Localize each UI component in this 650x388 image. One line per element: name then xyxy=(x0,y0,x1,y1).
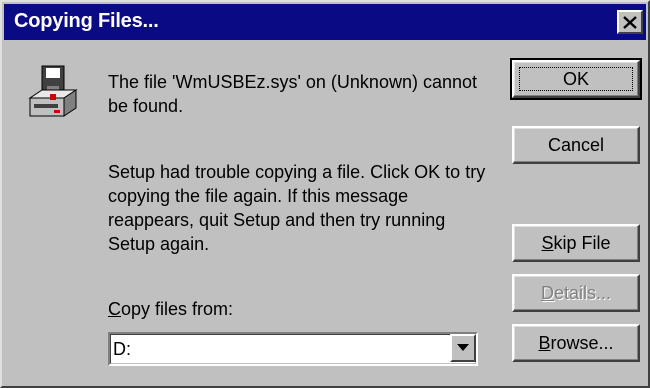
copy-files-from-combobox[interactable]: D: xyxy=(108,332,478,366)
details-label: Details... xyxy=(541,283,611,304)
ok-button[interactable]: OK xyxy=(510,58,642,100)
details-button: Details... xyxy=(512,274,640,312)
combobox-value[interactable]: D: xyxy=(113,339,131,360)
skip-file-label: Skip File xyxy=(541,233,610,254)
details-mnemonic: D xyxy=(540,282,554,303)
copying-files-dialog: Copying Files... The file 'WmUSBEz.sys' … xyxy=(0,0,650,388)
details-rest: etails... xyxy=(553,282,612,303)
dropdown-button[interactable] xyxy=(450,334,476,362)
chevron-down-icon xyxy=(457,344,469,351)
instruction-message: Setup had trouble copying a file. Click … xyxy=(108,162,486,254)
browse-label: Browse... xyxy=(538,333,613,354)
label-rest: opy files from: xyxy=(121,299,234,319)
title-bar[interactable]: Copying Files... xyxy=(4,4,646,40)
cancel-button[interactable]: Cancel xyxy=(512,126,640,164)
close-icon xyxy=(623,15,637,29)
focus-rect xyxy=(519,67,633,91)
skip-mnemonic: S xyxy=(541,232,554,253)
error-message: The file 'WmUSBEz.sys' on (Unknown) cann… xyxy=(108,72,477,116)
window-title: Copying Files... xyxy=(14,10,159,32)
copy-files-from-label: Copy files from: xyxy=(108,299,233,320)
close-button[interactable] xyxy=(617,10,643,34)
cancel-label: Cancel xyxy=(547,134,605,155)
skip-rest: kip File xyxy=(553,232,611,253)
floppy-drive-icon xyxy=(24,64,82,126)
browse-mnemonic: B xyxy=(538,332,551,353)
skip-file-button[interactable]: Skip File xyxy=(512,224,640,262)
label-mnemonic: C xyxy=(108,299,121,319)
browse-rest: rowse... xyxy=(550,332,614,353)
browse-button[interactable]: Browse... xyxy=(512,324,640,362)
combobox-inner xyxy=(110,334,476,364)
